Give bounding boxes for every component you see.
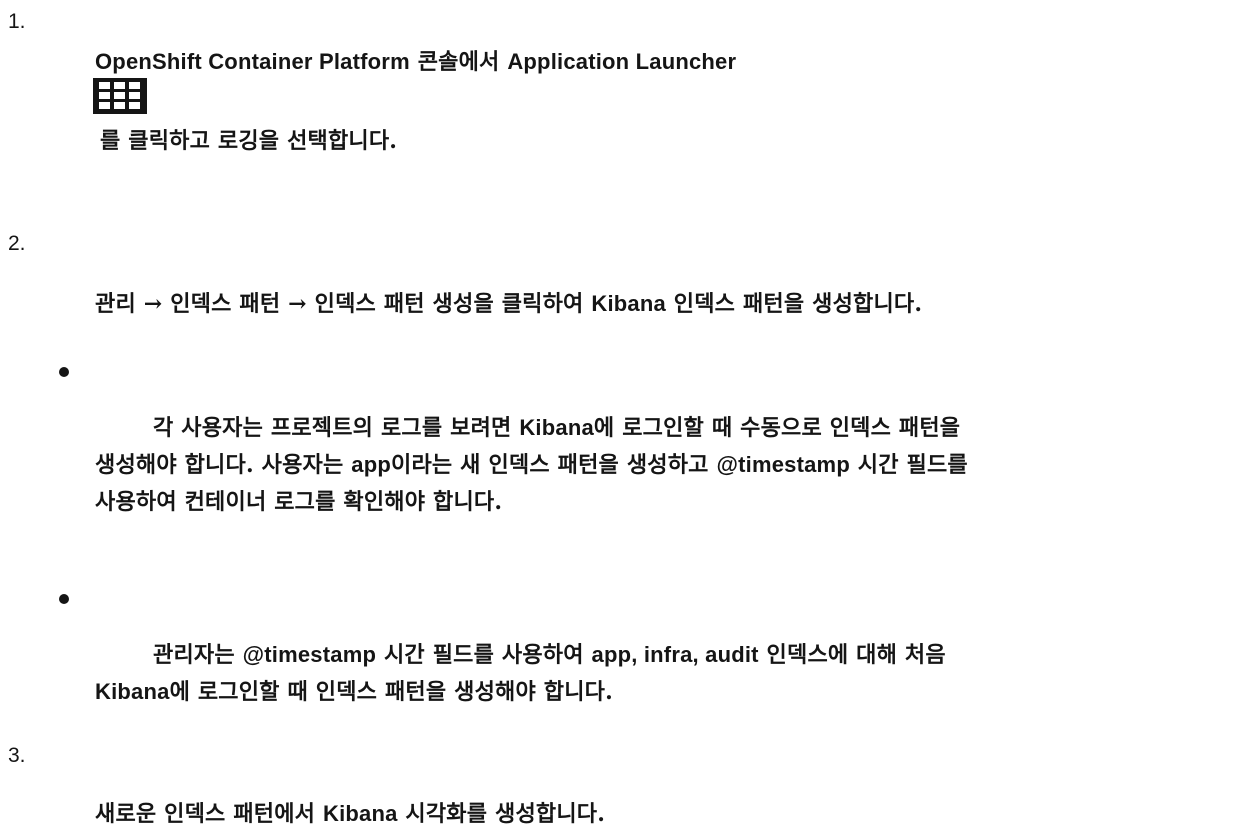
- text-fragment: 시간 필드를 사용하여: [376, 642, 592, 668]
- note-1-line-1: 각 사용자는 프로젝트의 로그를 보려면 Kibana에 로그인할 때 수동으로…: [153, 410, 960, 442]
- text-fragment: 에 로그인할 때 수동으로 인덱스 패턴을: [593, 415, 961, 441]
- text-fragment: 관리 → 인덱스 패턴 → 인덱스 패턴 생성을 클릭하여: [95, 291, 592, 317]
- step-2-text: 관리 → 인덱스 패턴 → 인덱스 패턴 생성을 클릭하여 Kibana 인덱스…: [95, 286, 922, 318]
- text-fragment: 인덱스 패턴을 생성합니다.: [665, 291, 923, 317]
- kibana-label: Kibana: [591, 291, 666, 316]
- index-names: app, infra, audit: [591, 642, 759, 667]
- product-name: OpenShift Container Platform: [95, 49, 410, 74]
- step-1-text: OpenShift Container Platform 콘솔에서 Applic…: [95, 44, 736, 76]
- text-fragment: 에 로그인할 때 인덱스 패턴을 생성해야 합니다.: [169, 679, 613, 705]
- text-fragment: 각 사용자는 프로젝트의 로그를 보려면: [153, 415, 520, 441]
- note-1-line-2: 생성해야 합니다. 사용자는 app이라는 새 인덱스 패턴을 생성하고 @ti…: [95, 447, 968, 479]
- note-1-line-3: 사용하여 컨테이너 로그를 확인해야 합니다.: [95, 489, 503, 515]
- text-fragment: 시각화를 생성합니다.: [397, 801, 606, 827]
- timestamp-label: @timestamp: [716, 452, 850, 477]
- application-launcher-grid-icon: [93, 78, 147, 114]
- step-3-text: 새로운 인덱스 패턴에서 Kibana 시각화를 생성합니다.: [95, 796, 605, 828]
- text-fragment: 인덱스에 대해 처음: [758, 642, 946, 668]
- text-fragment: 콘솔에서: [409, 49, 508, 75]
- kibana-label: Kibana: [519, 415, 594, 440]
- text-fragment: 이라는 새 인덱스 패턴을 생성하고: [391, 452, 717, 478]
- app-launcher-label: Application Launcher: [507, 49, 737, 74]
- step-1-instruction: 를 클릭하고 로깅을 선택합니다.: [100, 128, 398, 154]
- kibana-label: Kibana: [95, 679, 170, 704]
- text-fragment: 관리자는: [153, 642, 243, 668]
- bullet: [59, 367, 69, 377]
- text-fragment: 시간 필드를: [849, 452, 968, 478]
- kibana-label: Kibana: [322, 801, 398, 826]
- text-fragment: 생성해야 합니다. 사용자는: [95, 452, 352, 478]
- text-fragment: 새로운 인덱스 패턴에서: [95, 801, 323, 827]
- step-number: 3.: [8, 744, 26, 767]
- note-2-line-1: 관리자는 @timestamp 시간 필드를 사용하여 app, infra, …: [153, 637, 946, 669]
- step-number: 2.: [8, 232, 26, 255]
- step-number: 1.: [8, 10, 26, 33]
- app-label: app: [351, 452, 391, 477]
- bullet: [59, 594, 69, 604]
- note-2-line-2: Kibana에 로그인할 때 인덱스 패턴을 생성해야 합니다.: [95, 674, 613, 706]
- timestamp-label: @timestamp: [242, 642, 377, 667]
